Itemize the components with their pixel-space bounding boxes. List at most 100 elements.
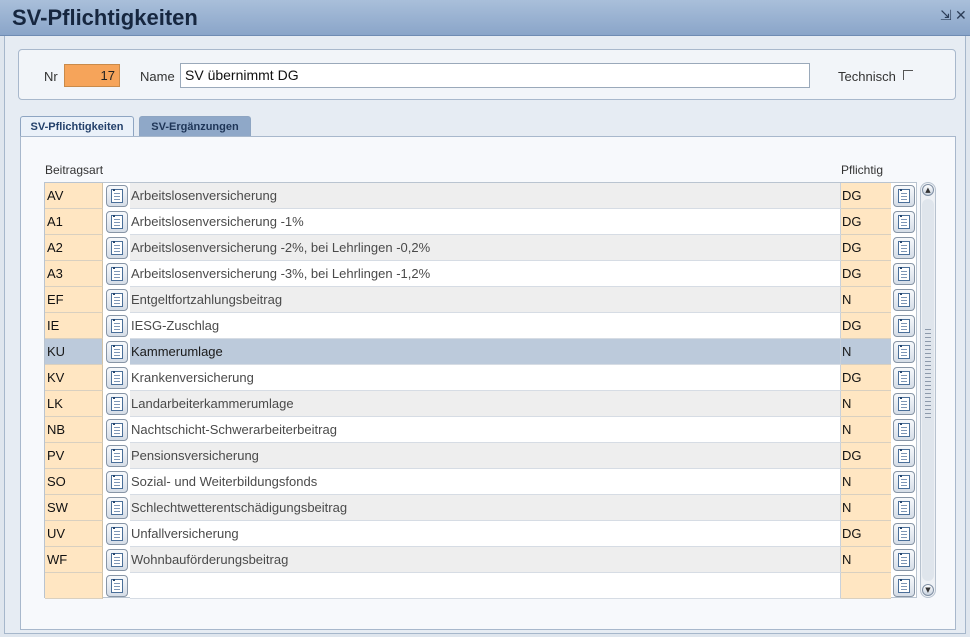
- lookup-button[interactable]: [106, 185, 128, 207]
- pflichtig-lookup-button[interactable]: [893, 445, 915, 467]
- pflichtig-cell[interactable]: N: [841, 391, 891, 417]
- table-row[interactable]: [45, 573, 916, 599]
- beitragsart-code-cell[interactable]: AV: [45, 183, 103, 209]
- beitragsart-description-cell[interactable]: Arbeitslosenversicherung -3%, bei Lehrli…: [130, 261, 841, 287]
- beitragsart-code-cell[interactable]: WF: [45, 547, 103, 573]
- table-row[interactable]: A3 Arbeitslosenversicherung -3%, bei Lehr…: [45, 261, 916, 287]
- table-row[interactable]: A2 Arbeitslosenversicherung -2%, bei Lehr…: [45, 235, 916, 261]
- beitragsart-code-cell[interactable]: PV: [45, 443, 103, 469]
- lookup-button[interactable]: [106, 445, 128, 467]
- table-row[interactable]: EF Entgeltfortzahlungsbeitrag N: [45, 287, 916, 313]
- lookup-button[interactable]: [106, 575, 128, 597]
- nr-field[interactable]: 17: [64, 64, 120, 87]
- pflichtig-lookup-button[interactable]: [893, 549, 915, 571]
- pflichtig-cell[interactable]: DG: [841, 443, 891, 469]
- beitragsart-code-cell[interactable]: IE: [45, 313, 103, 339]
- vertical-scrollbar[interactable]: ▲ ▼: [920, 182, 936, 598]
- pflichtig-cell[interactable]: N: [841, 287, 891, 313]
- table-row[interactable]: AV Arbeitslosenversicherung DG: [45, 183, 916, 209]
- beitragsart-code-cell[interactable]: SO: [45, 469, 103, 495]
- beitragsart-description-cell[interactable]: Wohnbauförderungsbeitrag: [130, 547, 841, 573]
- beitragsart-description-cell[interactable]: Arbeitslosenversicherung -1%: [130, 209, 841, 235]
- table-row[interactable]: A1 Arbeitslosenversicherung -1% DG: [45, 209, 916, 235]
- arrow-down-icon[interactable]: ▼: [922, 584, 934, 596]
- technisch-checkbox[interactable]: [903, 70, 913, 80]
- beitragsart-description-cell[interactable]: Arbeitslosenversicherung -2%, bei Lehrli…: [130, 235, 841, 261]
- table-row[interactable]: IE IESG-Zuschlag DG: [45, 313, 916, 339]
- beitragsart-description-cell[interactable]: Pensionsversicherung: [130, 443, 841, 469]
- beitragsart-description-cell[interactable]: Krankenversicherung: [130, 365, 841, 391]
- beitragsart-description-cell[interactable]: Schlechtwetterentschädigungsbeitrag: [130, 495, 841, 521]
- beitragsart-code-cell[interactable]: [45, 573, 103, 599]
- table-row[interactable]: LK Landarbeiterkammerumlage N: [45, 391, 916, 417]
- pflichtig-cell[interactable]: N: [841, 339, 891, 365]
- tab-sv-pflichtigkeiten[interactable]: SV-Pflichtigkeiten: [20, 116, 134, 136]
- table-row[interactable]: SW Schlechtwetterentschädigungsbeitrag N: [45, 495, 916, 521]
- beitragsart-code-cell[interactable]: NB: [45, 417, 103, 443]
- pflichtig-lookup-button[interactable]: [893, 263, 915, 285]
- beitragsart-code-cell[interactable]: A3: [45, 261, 103, 287]
- pflichtig-lookup-button[interactable]: [893, 419, 915, 441]
- pflichtig-lookup-button[interactable]: [893, 575, 915, 597]
- lookup-button[interactable]: [106, 211, 128, 233]
- pflichtig-lookup-button[interactable]: [893, 211, 915, 233]
- pflichtig-lookup-button[interactable]: [893, 315, 915, 337]
- beitragsart-description-cell[interactable]: Landarbeiterkammerumlage: [130, 391, 841, 417]
- lookup-button[interactable]: [106, 471, 128, 493]
- beitragsart-code-cell[interactable]: KU: [45, 339, 103, 365]
- beitragsart-description-cell[interactable]: Entgeltfortzahlungsbeitrag: [130, 287, 841, 313]
- lookup-button[interactable]: [106, 263, 128, 285]
- lookup-button[interactable]: [106, 237, 128, 259]
- lookup-button[interactable]: [106, 315, 128, 337]
- pflichtig-cell[interactable]: [841, 573, 891, 599]
- pflichtig-cell[interactable]: N: [841, 547, 891, 573]
- pflichtig-cell[interactable]: DG: [841, 365, 891, 391]
- pflichtig-lookup-button[interactable]: [893, 289, 915, 311]
- pin-icon[interactable]: ⇲: [940, 8, 952, 24]
- pflichtig-lookup-button[interactable]: [893, 393, 915, 415]
- beitragsart-code-cell[interactable]: KV: [45, 365, 103, 391]
- table-row[interactable]: WF Wohnbauförderungsbeitrag N: [45, 547, 916, 573]
- pflichtig-cell[interactable]: DG: [841, 209, 891, 235]
- pflichtig-cell[interactable]: N: [841, 469, 891, 495]
- table-row[interactable]: SO Sozial- und Weiterbildungsfonds N: [45, 469, 916, 495]
- table-row[interactable]: PV Pensionsversicherung DG: [45, 443, 916, 469]
- lookup-button[interactable]: [106, 341, 128, 363]
- lookup-button[interactable]: [106, 523, 128, 545]
- beitragsart-code-cell[interactable]: A2: [45, 235, 103, 261]
- beitragsart-description-cell[interactable]: Unfallversicherung: [130, 521, 841, 547]
- table-row[interactable]: NB Nachtschicht-Schwerarbeiterbeitrag N: [45, 417, 916, 443]
- lookup-button[interactable]: [106, 497, 128, 519]
- pflichtig-lookup-button[interactable]: [893, 341, 915, 363]
- arrow-up-icon[interactable]: ▲: [922, 184, 934, 196]
- beitragsart-description-cell[interactable]: IESG-Zuschlag: [130, 313, 841, 339]
- beitragsart-description-cell[interactable]: Arbeitslosenversicherung: [130, 183, 841, 209]
- table-row[interactable]: KU Kammerumlage N: [45, 339, 916, 365]
- beitragsart-description-cell[interactable]: Nachtschicht-Schwerarbeiterbeitrag: [130, 417, 841, 443]
- name-field[interactable]: SV übernimmt DG: [180, 63, 810, 88]
- pflichtig-cell[interactable]: DG: [841, 521, 891, 547]
- pflichtig-lookup-button[interactable]: [893, 497, 915, 519]
- close-icon[interactable]: ✕: [955, 8, 967, 24]
- pflichtig-cell[interactable]: DG: [841, 235, 891, 261]
- pflichtig-cell[interactable]: DG: [841, 183, 891, 209]
- beitragsart-description-cell[interactable]: Kammerumlage: [130, 339, 841, 365]
- tab-sv-ergaenzungen[interactable]: SV-Ergänzungen: [139, 116, 251, 136]
- pflichtig-lookup-button[interactable]: [893, 185, 915, 207]
- pflichtig-cell[interactable]: N: [841, 417, 891, 443]
- table-row[interactable]: KV Krankenversicherung DG: [45, 365, 916, 391]
- pflichtig-cell[interactable]: N: [841, 495, 891, 521]
- beitragsart-code-cell[interactable]: A1: [45, 209, 103, 235]
- beitragsart-code-cell[interactable]: EF: [45, 287, 103, 313]
- pflichtig-lookup-button[interactable]: [893, 471, 915, 493]
- beitragsart-description-cell[interactable]: [130, 573, 841, 599]
- table-row[interactable]: UV Unfallversicherung DG: [45, 521, 916, 547]
- beitragsart-code-cell[interactable]: SW: [45, 495, 103, 521]
- lookup-button[interactable]: [106, 549, 128, 571]
- pflichtig-cell[interactable]: DG: [841, 313, 891, 339]
- beitragsart-description-cell[interactable]: Sozial- und Weiterbildungsfonds: [130, 469, 841, 495]
- pflichtig-lookup-button[interactable]: [893, 523, 915, 545]
- lookup-button[interactable]: [106, 393, 128, 415]
- lookup-button[interactable]: [106, 367, 128, 389]
- pflichtig-lookup-button[interactable]: [893, 237, 915, 259]
